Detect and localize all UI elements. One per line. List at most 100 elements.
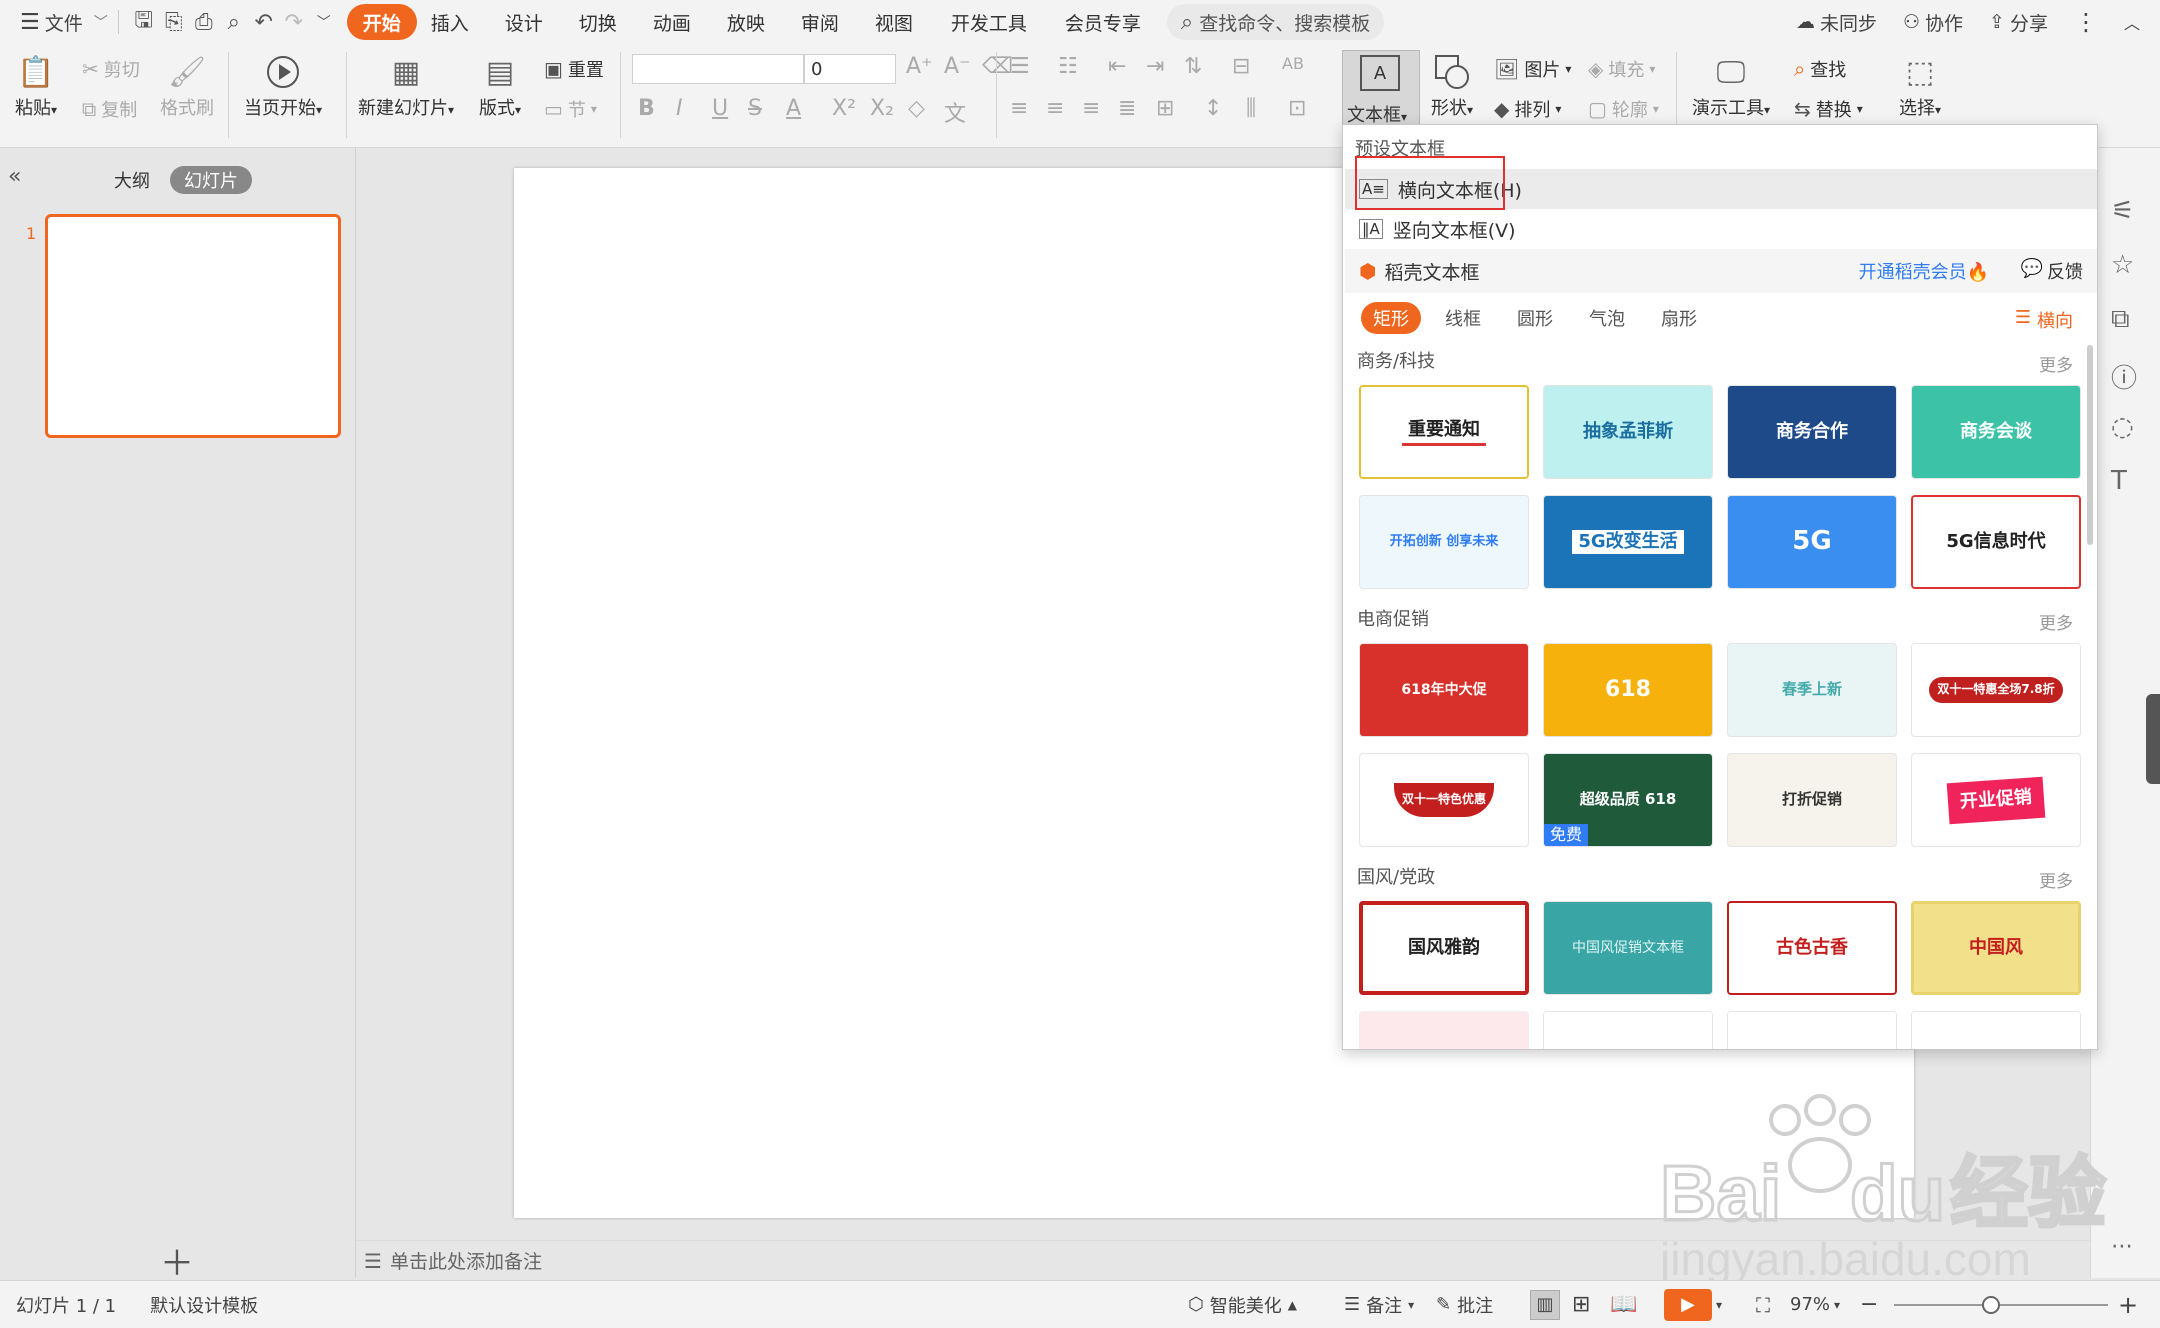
tab-insert[interactable]: 插入 xyxy=(417,4,483,40)
tab-member[interactable]: 会员专享 xyxy=(1051,4,1155,40)
undo-icon[interactable]: ↶ xyxy=(249,7,279,37)
feedback-button[interactable]: 💬 反馈 xyxy=(2021,258,2083,284)
font-family-select[interactable] xyxy=(632,54,804,84)
template-tile[interactable]: 开业促销 xyxy=(1911,753,2081,847)
superscript-icon[interactable]: X² xyxy=(832,96,856,121)
sync-status[interactable]: ☁ 未同步 xyxy=(1796,9,1877,36)
new-slide-button[interactable]: ▦ 新建幻灯片▾ xyxy=(358,50,454,120)
collaborate-button[interactable]: ⚇ 协作 xyxy=(1903,9,1963,36)
filter-tab-bubble[interactable]: 气泡 xyxy=(1577,302,1637,334)
reading-view-icon[interactable]: 📖 xyxy=(1610,1292,1637,1317)
template-name[interactable]: 默认设计模板 xyxy=(150,1292,258,1318)
convert-icon[interactable]: ⊡ xyxy=(1288,96,1306,121)
outdent-icon[interactable]: ⇤ xyxy=(1108,54,1126,79)
format-painter-button[interactable]: 🖌 格式刷 xyxy=(160,50,214,120)
decrease-font-icon[interactable]: A⁻ xyxy=(944,54,971,79)
side-handle[interactable] xyxy=(2146,694,2160,784)
play-from-current-button[interactable]: 当页开始▾ xyxy=(244,50,322,120)
add-slide-icon[interactable]: ＋ xyxy=(160,1236,194,1285)
align-left-icon[interactable]: ≡ xyxy=(1010,96,1028,121)
customize-icon[interactable]: ﹀ xyxy=(309,7,339,37)
tab-design[interactable]: 设计 xyxy=(491,4,557,40)
properties-icon[interactable]: ⚟ xyxy=(2111,196,2134,226)
template-tile[interactable] xyxy=(1727,1011,1897,1049)
increase-font-icon[interactable]: A⁺ xyxy=(906,54,933,79)
template-tile[interactable]: 双十一特惠全场7.8折 xyxy=(1911,643,2081,737)
distribute-icon[interactable]: ⊞ xyxy=(1156,96,1174,121)
replace-button[interactable]: ⇆ 替换 ▾ xyxy=(1794,96,1863,122)
print-icon[interactable]: ⎙ xyxy=(189,7,219,37)
strikethrough-icon[interactable]: S xyxy=(748,96,762,121)
align-center-icon[interactable]: ≡ xyxy=(1046,96,1064,121)
tab-view[interactable]: 视图 xyxy=(861,4,927,40)
eraser-icon[interactable]: ◇ xyxy=(908,96,925,121)
more-guofeng-link[interactable]: 更多 xyxy=(2039,867,2073,892)
play-button[interactable]: ▶ xyxy=(1664,1288,1712,1321)
template-tile[interactable]: 5G改变生活 xyxy=(1543,495,1713,589)
outline-button[interactable]: ▢ 轮廓 ▾ xyxy=(1588,96,1659,122)
phonetic-icon[interactable]: 文 xyxy=(944,96,966,128)
tab-review[interactable]: 审阅 xyxy=(787,4,853,40)
select-button[interactable]: ⬚ 选择▾ xyxy=(1898,50,1942,120)
transition-icon[interactable]: ⧉ xyxy=(2111,304,2130,335)
template-tile[interactable]: 5G信息时代 xyxy=(1911,495,2081,589)
fit-icon[interactable]: ⛶ xyxy=(1756,1293,1770,1317)
find-button[interactable]: ⌕ 查找 xyxy=(1794,56,1846,82)
comments-button[interactable]: ✎ 批注 xyxy=(1436,1292,1493,1318)
bullets-icon[interactable]: ☰ xyxy=(1010,54,1030,79)
zoom-in-icon[interactable]: + xyxy=(2118,1291,2138,1319)
more-icon[interactable]: ⋯ xyxy=(2111,1234,2133,1259)
dropdown-scrollbar[interactable] xyxy=(2087,345,2093,545)
layout-button[interactable]: ▤ 版式▾ xyxy=(478,50,522,120)
filter-tab-wireframe[interactable]: 线框 xyxy=(1433,302,1493,334)
text-icon[interactable]: T xyxy=(2111,466,2127,496)
template-tile[interactable]: 打折促销 xyxy=(1727,753,1897,847)
char-spacing-icon[interactable]: AB xyxy=(1282,54,1304,73)
template-tile[interactable]: 618年中大促 xyxy=(1359,643,1529,737)
zoom-out-icon[interactable]: − xyxy=(1860,1292,1878,1317)
tab-slideshow[interactable]: 放映 xyxy=(713,4,779,40)
orientation-toggle[interactable]: ☰ 横向 xyxy=(2015,307,2073,333)
fill-button[interactable]: ◈ 填充 ▾ xyxy=(1588,56,1655,82)
columns-icon[interactable]: ⫼ xyxy=(1246,96,1256,121)
share-button[interactable]: ⇪ 分享 xyxy=(1989,9,2048,36)
collapse-ribbon-icon[interactable]: ︿ xyxy=(2124,10,2140,34)
template-tile[interactable]: 双十一特色优惠 xyxy=(1359,753,1529,847)
star-icon[interactable]: ☆ xyxy=(2111,250,2134,280)
template-tile[interactable]: 重要通知 xyxy=(1359,385,1529,479)
tab-transition[interactable]: 切换 xyxy=(565,4,631,40)
open-member-link[interactable]: 开通稻壳会员🔥 xyxy=(1859,258,1989,284)
line-spacing-icon[interactable]: ↕ xyxy=(1204,96,1222,121)
font-color-icon[interactable]: A xyxy=(786,96,801,121)
collapse-panel-icon[interactable]: « xyxy=(8,164,21,189)
copy-button[interactable]: ⧉ 复制 xyxy=(82,96,137,122)
print-preview-icon[interactable]: ⌕ xyxy=(219,7,249,37)
bold-icon[interactable]: B xyxy=(638,96,655,121)
slide-thumbnail[interactable] xyxy=(45,214,341,438)
filter-tab-rect[interactable]: 矩形 xyxy=(1361,302,1421,334)
text-direction-icon[interactable]: ⇅ xyxy=(1184,54,1202,79)
template-tile[interactable]: 商务合作 xyxy=(1727,385,1897,479)
play-options-icon[interactable]: ▾ xyxy=(1716,1298,1722,1312)
help-icon[interactable]: ⓘ xyxy=(2111,358,2137,395)
tab-outline[interactable]: 大纲 xyxy=(100,166,164,194)
more-business-link[interactable]: 更多 xyxy=(2039,351,2073,376)
indent-icon[interactable]: ⇥ xyxy=(1146,54,1164,79)
picture-button[interactable]: 🖼 图片 ▾ xyxy=(1494,56,1571,82)
subscript-icon[interactable]: X₂ xyxy=(870,96,894,121)
template-tile[interactable]: 5G xyxy=(1727,495,1897,589)
template-tile[interactable]: 商务会谈 xyxy=(1911,385,2081,479)
section-button[interactable]: ▭ 节 ▾ xyxy=(544,96,597,122)
save-icon[interactable]: 🖫 xyxy=(129,7,159,37)
sorter-view-icon[interactable]: ⊞ xyxy=(1572,1292,1590,1317)
cut-button[interactable]: ✂ 剪切 xyxy=(82,56,140,82)
template-tile[interactable] xyxy=(1359,1011,1529,1049)
tab-home[interactable]: 开始 xyxy=(346,4,417,40)
template-tile[interactable]: 超级品质 618 免费 xyxy=(1543,753,1713,847)
template-tile[interactable] xyxy=(1543,1011,1713,1049)
template-tile[interactable]: 618 xyxy=(1543,643,1713,737)
template-tile[interactable] xyxy=(1911,1011,2081,1049)
template-tile[interactable]: 古色古香 xyxy=(1727,901,1897,995)
tab-slides[interactable]: 幻灯片 xyxy=(170,166,252,194)
template-tile[interactable]: 中国风促销文本框 xyxy=(1543,901,1713,995)
